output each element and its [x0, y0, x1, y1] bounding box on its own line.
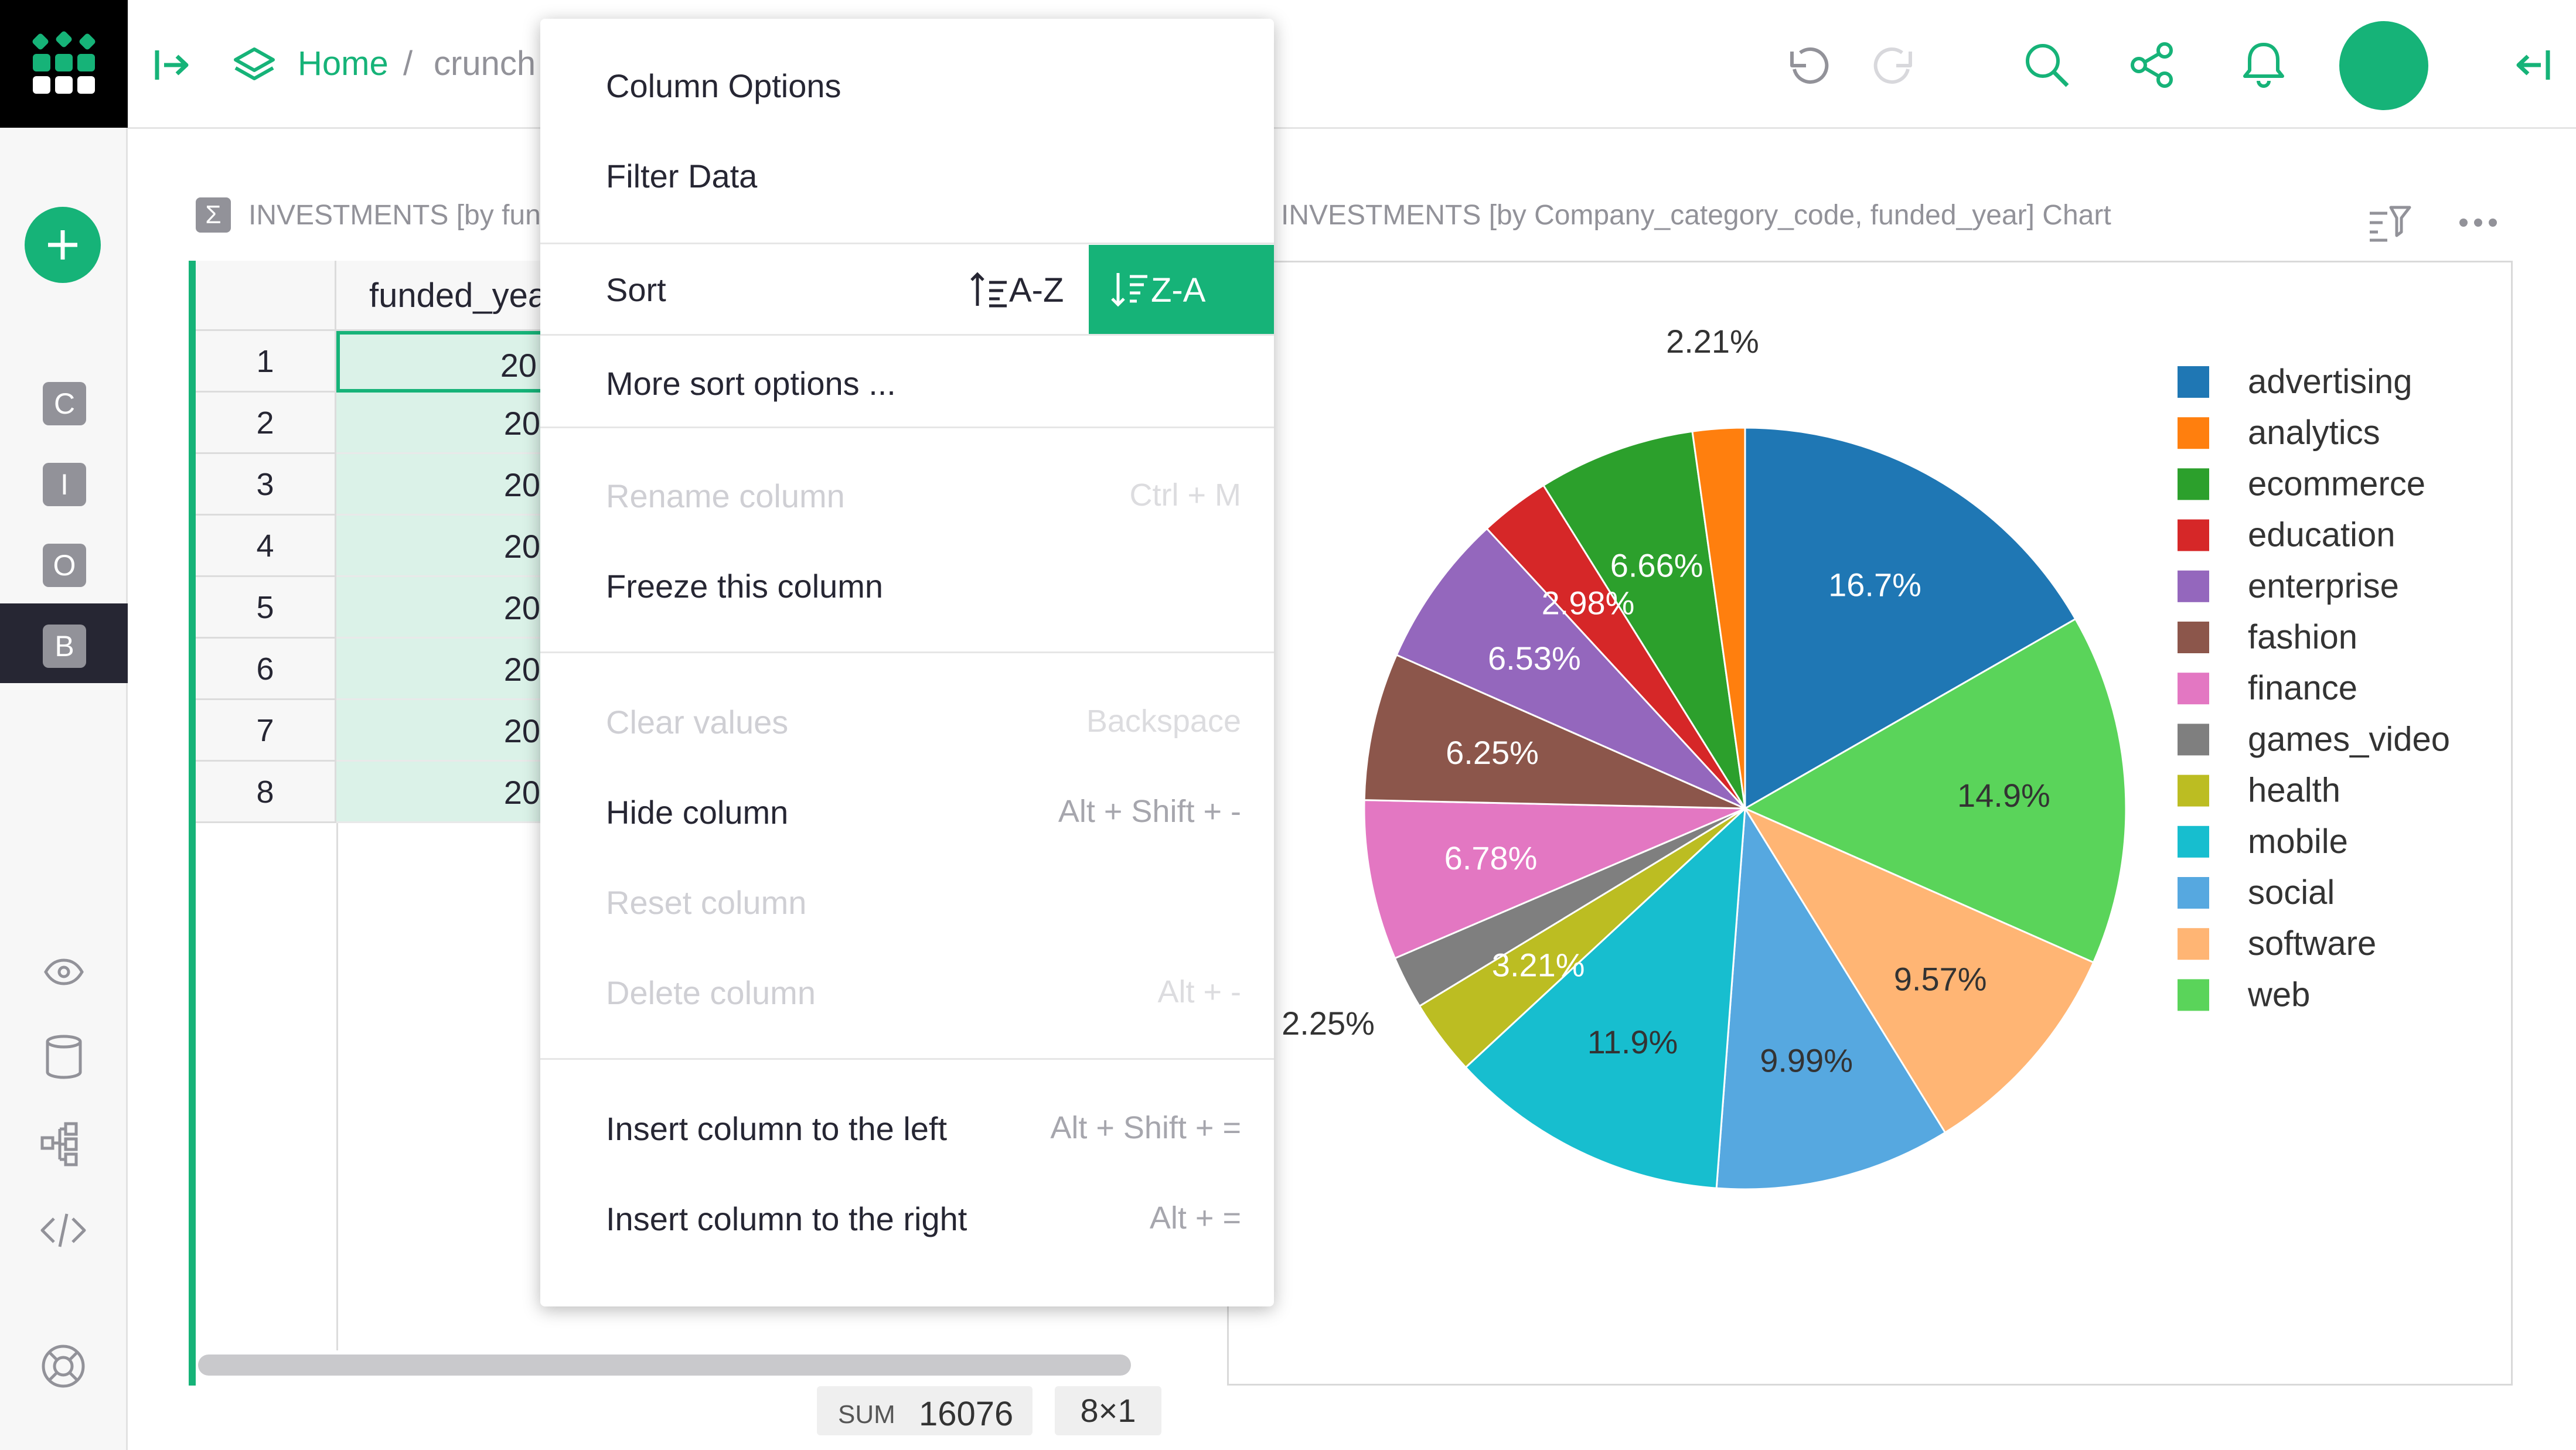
pie-label-analytics: 2.21% — [1666, 323, 1759, 360]
legend-swatch-games_video[interactable] — [2178, 724, 2209, 756]
legend-label-ecommerce[interactable]: ecommerce — [2248, 465, 2425, 503]
menu-item-insert-column-right[interactable]: Insert column to the right — [606, 1200, 967, 1238]
legend-label-finance[interactable]: finance — [2248, 669, 2357, 707]
pie-label-social: 9.99% — [1760, 1042, 1853, 1079]
sort-ascending-icon — [970, 272, 1007, 308]
legend-swatch-social[interactable] — [2178, 877, 2209, 909]
sort-descending-icon — [1111, 273, 1147, 307]
menu-item-reset-column: Reset column — [606, 884, 807, 921]
pie-label-ecommerce: 6.66% — [1610, 547, 1703, 584]
pie-chart: 16.7% 14.9% 9.57% 9.99% 11.9% 3.21% 2.25% 6.78%… — [1282, 323, 2450, 1190]
legend-swatch-ecommerce[interactable] — [2178, 468, 2209, 500]
shortcut-delete: Alt + - — [1157, 974, 1241, 1009]
menu-item-filter-data[interactable]: Filter Data — [606, 157, 757, 195]
pie-label-advertising: 16.7% — [1828, 567, 1921, 603]
pie-label-enterprise: 6.53% — [1488, 640, 1581, 677]
legend-swatch-finance[interactable] — [2178, 673, 2209, 705]
menu-item-more-sort-options[interactable]: More sort options ... — [606, 364, 896, 402]
legend-swatch-health[interactable] — [2178, 775, 2209, 807]
pie-label-games_video: 2.25% — [1282, 1005, 1375, 1042]
legend-label-games_video[interactable]: games_video — [2248, 720, 2450, 758]
menu-item-column-options[interactable]: Column Options — [606, 67, 841, 105]
menu-separator — [540, 334, 1274, 336]
legend-label-education[interactable]: education — [2248, 516, 2396, 554]
legend-swatch-mobile[interactable] — [2178, 825, 2209, 858]
menu-item-hide-column[interactable]: Hide column — [606, 793, 788, 831]
menu-item-freeze-column[interactable]: Freeze this column — [606, 567, 883, 605]
menu-item-rename-column: Rename column — [606, 477, 845, 514]
shortcut-hide: Alt + Shift + - — [1058, 794, 1241, 829]
pie-label-fashion: 6.25% — [1446, 734, 1539, 771]
shortcut-rename: Ctrl + M — [1129, 477, 1241, 513]
legend-label-analytics[interactable]: analytics — [2248, 414, 2380, 452]
legend-label-fashion[interactable]: fashion — [2248, 618, 2357, 656]
sort-az-button[interactable]: A-Z — [962, 245, 1099, 334]
pie-label-finance: 6.78% — [1444, 840, 1538, 876]
pie-label-education: 2.98% — [1542, 585, 1635, 622]
pie-label-mobile: 11.9% — [1587, 1023, 1678, 1060]
legend-label-advertising[interactable]: advertising — [2248, 363, 2412, 401]
legend-label-mobile[interactable]: mobile — [2248, 823, 2348, 861]
menu-item-sort: Sort — [606, 271, 666, 308]
menu-item-delete-column: Delete column — [606, 974, 816, 1011]
legend-label-social[interactable]: social — [2248, 874, 2335, 912]
menu-separator — [540, 243, 1274, 244]
menu-separator — [540, 427, 1274, 428]
menu-item-clear-values: Clear values — [606, 704, 789, 741]
legend-swatch-software[interactable] — [2178, 928, 2209, 960]
legend-label-software[interactable]: software — [2248, 924, 2376, 963]
legend-swatch-education[interactable] — [2178, 519, 2209, 551]
menu-separator — [540, 1058, 1274, 1060]
sort-za-button[interactable]: Z-A — [1089, 245, 1274, 335]
menu-item-insert-column-left[interactable]: Insert column to the left — [606, 1110, 947, 1148]
legend-swatch-analytics[interactable] — [2178, 417, 2209, 449]
menu-separator — [540, 651, 1274, 653]
legend-swatch-web[interactable] — [2178, 979, 2209, 1011]
legend-label-web[interactable]: web — [2247, 975, 2310, 1014]
sort-az-label: A-Z — [1009, 271, 1064, 309]
sort-za-label: Z-A — [1151, 271, 1206, 309]
legend-swatch-enterprise[interactable] — [2178, 570, 2209, 602]
pie-label-health: 3.21% — [1492, 946, 1585, 983]
shortcut-insert-left: Alt + Shift + = — [1050, 1110, 1241, 1145]
shortcut-insert-right: Alt + = — [1149, 1200, 1241, 1236]
column-context-menu: Column Options Filter Data Sort A-Z Z-A … — [540, 19, 1274, 1306]
legend-label-health[interactable]: health — [2248, 772, 2340, 810]
pie-label-web: 14.9% — [1957, 777, 2050, 814]
shortcut-clear: Backspace — [1086, 704, 1241, 739]
legend-swatch-fashion[interactable] — [2178, 622, 2209, 653]
pie-label-software: 9.57% — [1894, 960, 1987, 997]
legend-label-enterprise[interactable]: enterprise — [2248, 567, 2399, 605]
legend-swatch-advertising[interactable] — [2178, 366, 2209, 398]
